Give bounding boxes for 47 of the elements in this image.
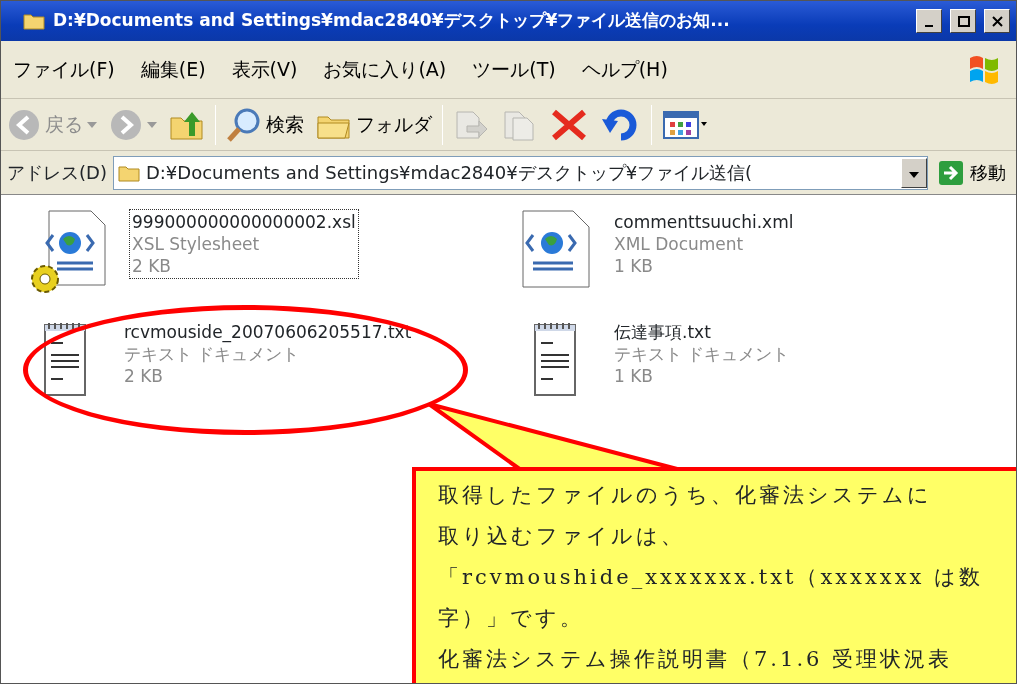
minimize-button[interactable]	[916, 9, 942, 33]
address-field[interactable]: D:¥Documents and Settings¥mdac2840¥デスクトップ¥ファイル送信(	[112, 155, 928, 190]
file-name: 999000000000000002.xsl	[132, 211, 356, 233]
window-title: D:¥Documents and Settings¥mdac2840¥デスクトップ¥ファイル送信のお知...	[53, 9, 731, 33]
file-type: XML Document	[614, 233, 745, 255]
dropdown-button[interactable]	[901, 157, 927, 188]
close-button[interactable]	[984, 9, 1010, 33]
menu-item[interactable]: 表示(V)	[231, 55, 298, 84]
dropdown-caret-icon	[147, 121, 157, 128]
file-name: commenttsuuchi.xml	[614, 211, 794, 233]
dropdown-caret-icon	[87, 121, 97, 128]
callout-text: 字）」です。	[438, 605, 584, 632]
menu-item[interactable]: 編集(E)	[140, 55, 206, 84]
callout-text: 取り込むファイルは、	[438, 523, 685, 550]
search-button[interactable]: 検索	[224, 106, 306, 143]
file-size: 1 KB	[614, 365, 655, 387]
file-label[interactable]: rcvmouside_20070606205517.txt テキスト ドキュメント 2 KB	[121, 319, 415, 389]
close-icon	[990, 14, 1004, 28]
views-button[interactable]	[660, 108, 710, 141]
menu-item[interactable]: ヘルプ(H)	[581, 55, 668, 84]
file-type: テキスト ドキュメント	[614, 343, 790, 365]
file-name: rcvmouside_20070606205517.txt	[124, 321, 412, 343]
callout-text: 取得したファイルのうち、化審法システムに	[438, 482, 932, 509]
menu-item[interactable]: ツール(T)	[472, 55, 556, 84]
file-size: 1 KB	[614, 255, 655, 277]
callout-text: 化審法システム操作説明書（7.1.6 受理状況表	[438, 646, 953, 673]
address-label: アドレス(D)	[7, 161, 107, 185]
views-icon	[662, 108, 708, 141]
search-icon	[226, 106, 262, 143]
file-size: 2 KB	[124, 365, 165, 387]
file-type: テキスト ドキュメント	[124, 343, 301, 365]
maximize-icon	[956, 14, 970, 28]
menu-item[interactable]: ファイル(F)	[13, 55, 115, 84]
file-size: 2 KB	[132, 255, 173, 277]
menu-item[interactable]: お気に入り(A)	[323, 55, 447, 84]
file-name: 伝達事項.txt	[614, 321, 712, 343]
file-label[interactable]: 999000000000000002.xsl XSL Stylesheet 2 KB	[129, 209, 359, 279]
file-type: XSL Stylesheet	[132, 233, 261, 255]
maximize-button[interactable]	[950, 9, 976, 33]
folders-button[interactable]: フォルダ	[314, 108, 434, 141]
folder-icon	[23, 11, 45, 31]
file-label[interactable]: 伝達事項.txt テキスト ドキュメント 1 KB	[611, 319, 793, 389]
minimize-icon	[925, 25, 933, 27]
callout-text: 「rcvmoushide_xxxxxxx.txt（xxxxxxx は数	[438, 564, 983, 591]
go-button[interactable]: 移動	[934, 159, 1010, 186]
file-label[interactable]: commenttsuuchi.xml XML Document 1 KB	[611, 209, 797, 279]
dropdown-caret-icon	[909, 171, 919, 178]
